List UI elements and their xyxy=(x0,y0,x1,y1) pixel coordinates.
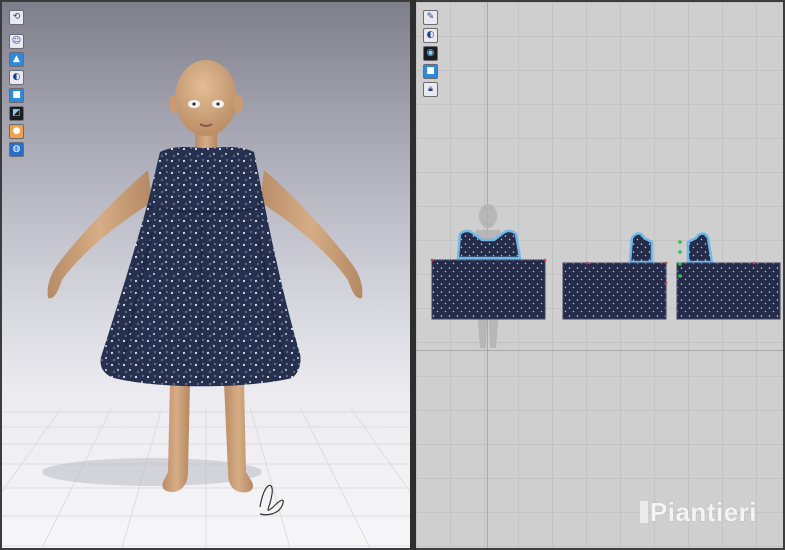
right-ear xyxy=(233,95,243,113)
watermark: Piantieri xyxy=(639,497,757,528)
watermark-text: Piantieri xyxy=(649,497,757,527)
avatar-head xyxy=(175,60,237,136)
pattern-piece-back-bodice-right xyxy=(686,232,714,264)
left-leg xyxy=(162,382,190,492)
avatar-scene xyxy=(2,60,410,548)
pattern-sheet xyxy=(430,204,781,348)
pattern-piece-front-skirt xyxy=(431,259,546,320)
pattern-piece-back-bodice-left xyxy=(628,232,654,264)
pattern-piece-back-skirt-left xyxy=(562,262,667,320)
viewport-3d[interactable]: ⟲ ☺ ▲ ◐ ■ ◩ ● ◍ xyxy=(2,2,410,548)
watermark-bar xyxy=(639,501,648,523)
viewport-2d[interactable]: ✎ ◐ ◉ ■ 🔒︎ Piantieri xyxy=(416,2,783,548)
pattern-piece-back-skirt-right xyxy=(676,262,781,320)
left-ear xyxy=(169,95,179,113)
